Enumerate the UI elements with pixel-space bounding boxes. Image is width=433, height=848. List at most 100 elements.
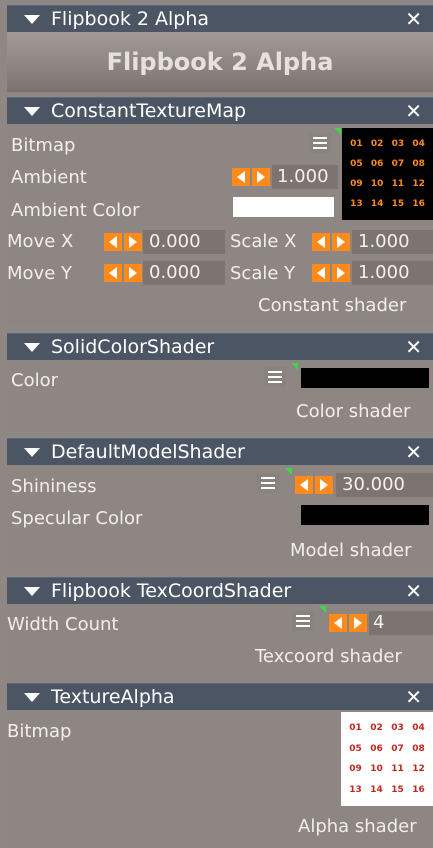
texture-cell-label: 08 (412, 159, 425, 169)
decrement-arrow-icon[interactable] (295, 476, 313, 494)
texture-cell-label: 10 (370, 764, 383, 775)
ambient-value: 1.000 (277, 166, 329, 187)
decrement-arrow-icon[interactable] (232, 168, 250, 186)
ambient-stepper[interactable] (232, 167, 270, 187)
width-count-field[interactable]: 4 (369, 611, 433, 635)
shininess-value: 30.000 (342, 474, 405, 495)
header-title: Flipbook TexCoordShader (51, 580, 292, 602)
close-icon[interactable]: ✕ (405, 440, 422, 464)
header-default-model-shader[interactable]: DefaultModelShader ✕ (7, 438, 433, 465)
texture-cell-label: 12 (412, 764, 425, 775)
connection-marker-icon (334, 128, 341, 135)
specular-color-label: Specular Color (11, 508, 143, 529)
texture-cell-label: 16 (412, 784, 425, 795)
texture-cell-label: 02 (370, 723, 383, 734)
header-title: DefaultModelShader (51, 441, 245, 463)
move-y-stepper[interactable] (104, 263, 142, 283)
texture-cell-label: 14 (370, 199, 384, 209)
texture-cell-label: 07 (391, 159, 405, 169)
increment-arrow-icon[interactable] (315, 476, 333, 494)
material-name-banner: Flipbook 2 Alpha (7, 32, 433, 92)
increment-arrow-icon[interactable] (332, 233, 350, 251)
bitmap-label: Bitmap (7, 721, 72, 742)
texture-cell-label: 10 (370, 179, 384, 189)
alpha-bitmap-thumbnail[interactable]: 01 02 03 04 05 06 07 08 09 10 11 12 13 14 15 16 (341, 712, 433, 806)
header-flipbook-texcoord-shader[interactable]: Flipbook TexCoordShader ✕ (7, 577, 433, 604)
ambient-label: Ambient (11, 167, 87, 188)
specular-color-swatch[interactable] (301, 505, 429, 525)
shininess-field[interactable]: 30.000 (336, 473, 433, 497)
scale-y-value: 1.000 (358, 262, 410, 283)
move-x-field[interactable]: 0.000 (143, 230, 225, 254)
list-icon[interactable] (309, 133, 331, 153)
connection-marker-icon (319, 606, 326, 613)
decrement-arrow-icon[interactable] (104, 233, 122, 251)
list-icon[interactable] (257, 473, 279, 493)
shininess-label: Shininess (11, 476, 97, 497)
width-count-stepper[interactable] (329, 613, 367, 633)
increment-arrow-icon[interactable] (124, 264, 142, 282)
decrement-arrow-icon[interactable] (329, 614, 347, 632)
shininess-stepper[interactable] (295, 475, 333, 495)
increment-arrow-icon[interactable] (332, 264, 350, 282)
decrement-arrow-icon[interactable] (312, 233, 330, 251)
collapse-triangle-icon[interactable] (24, 14, 40, 24)
close-icon[interactable]: ✕ (405, 335, 422, 359)
scale-x-stepper[interactable] (312, 232, 350, 252)
collapse-triangle-icon[interactable] (24, 106, 40, 116)
bitmap-thumbnail[interactable]: 01 02 03 04 05 06 07 08 09 10 11 12 13 14 15 16 (342, 128, 433, 220)
collapse-triangle-icon[interactable] (24, 692, 40, 702)
scale-x-label: Scale X (230, 231, 297, 252)
decrement-arrow-icon[interactable] (104, 264, 122, 282)
texture-cell-label: 03 (391, 723, 404, 734)
texture-cell-label: 02 (370, 139, 384, 149)
move-y-field[interactable]: 0.000 (143, 261, 225, 285)
texture-cell-label: 16 (412, 199, 425, 209)
shader-footer-label: Texcoord shader (255, 646, 402, 667)
close-icon[interactable]: ✕ (405, 579, 422, 603)
scale-y-stepper[interactable] (312, 263, 350, 283)
texture-cell-label: 13 (349, 784, 362, 795)
list-icon[interactable] (292, 611, 314, 631)
close-icon[interactable]: ✕ (405, 99, 422, 123)
increment-arrow-icon[interactable] (349, 614, 367, 632)
increment-arrow-icon[interactable] (124, 233, 142, 251)
move-x-label: Move X (7, 231, 74, 252)
texture-cell-label: 04 (412, 139, 425, 149)
texture-cell-label: 15 (391, 784, 404, 795)
close-icon[interactable]: ✕ (405, 685, 422, 709)
list-icon[interactable] (264, 367, 286, 387)
ambient-color-swatch[interactable] (233, 197, 334, 217)
scale-y-field[interactable]: 1.000 (352, 261, 433, 285)
decrement-arrow-icon[interactable] (312, 264, 330, 282)
texture-cell-label: 01 (349, 723, 362, 734)
move-x-stepper[interactable] (104, 232, 142, 252)
collapse-triangle-icon[interactable] (24, 447, 40, 457)
collapse-triangle-icon[interactable] (24, 586, 40, 596)
texture-cell-label: 03 (391, 139, 405, 149)
shader-footer-label: Constant shader (258, 295, 407, 316)
texture-cell-label: 05 (350, 159, 363, 169)
move-y-value: 0.000 (149, 262, 201, 283)
shader-inspector: Flipbook 2 Alpha ✕ Flipbook 2 Alpha Cons… (0, 0, 433, 848)
increment-arrow-icon[interactable] (252, 168, 270, 186)
texture-cell-label: 11 (391, 179, 405, 189)
header-solid-color-shader[interactable]: SolidColorShader ✕ (7, 333, 433, 360)
connection-marker-icon (285, 468, 292, 475)
header-texture-alpha[interactable]: TextureAlpha ✕ (7, 683, 433, 710)
header-constant-texture-map[interactable]: ConstantTextureMap ✕ (7, 97, 433, 124)
texture-cell-label: 07 (391, 743, 404, 754)
scale-x-value: 1.000 (358, 231, 410, 252)
texture-cell-label: 15 (391, 199, 405, 209)
texture-cell-label: 12 (412, 179, 425, 189)
ambient-field[interactable]: 1.000 (272, 165, 338, 189)
color-swatch[interactable] (301, 368, 429, 388)
close-icon[interactable]: ✕ (405, 7, 422, 31)
texture-cell-label: 09 (350, 179, 363, 189)
collapse-triangle-icon[interactable] (24, 342, 40, 352)
header-flipbook-2-alpha[interactable]: Flipbook 2 Alpha ✕ (7, 5, 433, 32)
bitmap-label: Bitmap (11, 135, 76, 156)
scale-x-field[interactable]: 1.000 (352, 230, 433, 254)
width-count-label: Width Count (7, 614, 119, 635)
header-title: ConstantTextureMap (51, 100, 247, 122)
